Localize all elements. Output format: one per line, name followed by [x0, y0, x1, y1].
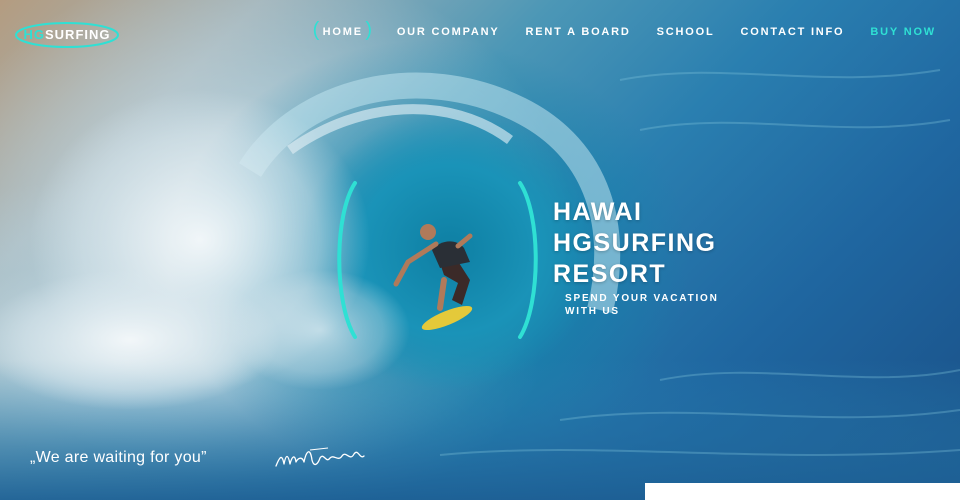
nav-item-label: HOME	[322, 26, 363, 38]
hero-section: HGSURFING ( HOME ) OUR COMPANY RENT A BO…	[0, 0, 960, 500]
nav-item-home[interactable]: ( HOME )	[313, 20, 372, 40]
logo-text: HGSURFING	[14, 27, 120, 42]
nav-item-rent-a-board[interactable]: RENT A BOARD	[526, 26, 631, 38]
main-navigation: ( HOME ) OUR COMPANY RENT A BOARD SCHOOL…	[313, 20, 936, 40]
nav-item-contact-info[interactable]: CONTACT INFO	[741, 26, 845, 38]
nav-item-school[interactable]: SCHOOL	[657, 26, 715, 38]
signature-image	[275, 447, 365, 467]
active-bracket-right-icon: )	[365, 19, 374, 41]
hero-subtitle-line: WITH US	[565, 306, 620, 317]
hero-subtitle: SPEND YOUR VACATION WITH US	[565, 292, 765, 318]
active-bracket-left-icon: (	[312, 19, 322, 41]
hero-title-line: HAWAI	[553, 198, 643, 226]
tagline: „We are waiting for you”	[30, 449, 207, 466]
logo[interactable]: HGSURFING	[14, 20, 120, 50]
buy-now-button[interactable]: BUY NOW	[870, 26, 936, 38]
logo-prefix: HG	[23, 27, 45, 42]
logo-suffix: SURFING	[45, 27, 111, 42]
nav-item-our-company[interactable]: OUR COMPANY	[397, 26, 500, 38]
highlight-bracket-ring	[337, 181, 538, 339]
hero-title-line: RESORT	[553, 260, 667, 288]
content-panel-edge	[645, 483, 960, 500]
hero-title-line: HGSURFING	[553, 229, 717, 257]
hero-subtitle-line: SPEND YOUR VACATION	[565, 293, 719, 304]
hero-title: HAWAI HGSURFING RESORT	[553, 197, 717, 290]
